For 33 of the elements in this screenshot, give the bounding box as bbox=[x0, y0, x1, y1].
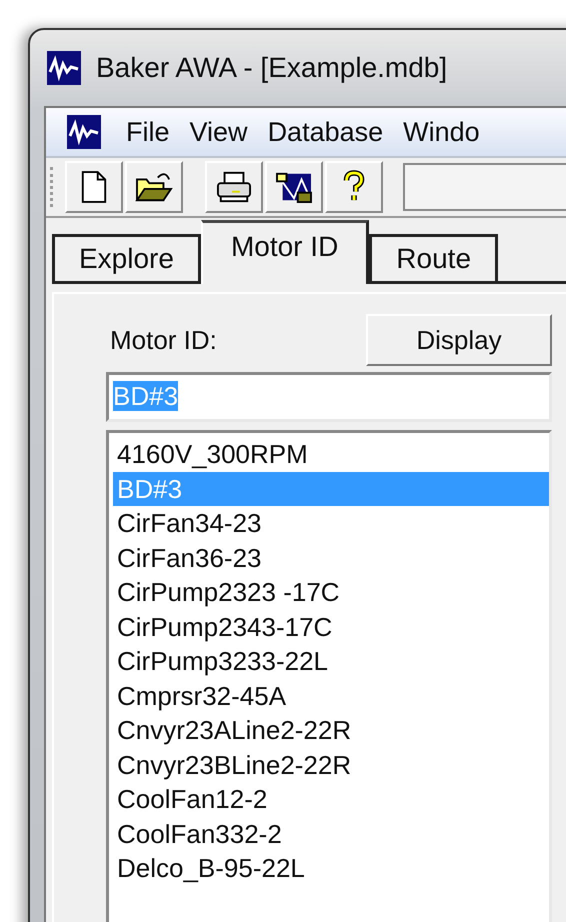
tab[interactable]: Explore bbox=[52, 234, 201, 284]
list-item[interactable]: CirPump2323 -17C bbox=[113, 575, 549, 610]
list-item[interactable]: Cnvyr23ALine2-22R bbox=[113, 713, 549, 748]
motor-id-label: Motor ID: bbox=[110, 324, 217, 356]
help-button[interactable] bbox=[325, 161, 383, 213]
menu-item[interactable]: Database bbox=[264, 116, 400, 148]
menu-item[interactable]: File bbox=[122, 116, 186, 148]
document-icon bbox=[80, 170, 108, 204]
printer-icon bbox=[214, 170, 254, 204]
print-button[interactable] bbox=[205, 161, 263, 213]
list-item[interactable]: CoolFan12-2 bbox=[113, 782, 549, 816]
list-item[interactable]: CoolFan332-2 bbox=[113, 816, 549, 851]
menu-item[interactable]: View bbox=[186, 116, 264, 148]
display-button[interactable]: Display bbox=[366, 314, 552, 366]
new-document-button[interactable] bbox=[65, 161, 123, 213]
list-item[interactable]: CirPump3233-22L bbox=[113, 644, 549, 678]
open-folder-button[interactable] bbox=[125, 161, 183, 213]
window-title: Baker AWA - [Example.mdb] bbox=[96, 52, 448, 84]
list-item[interactable]: CirFan34-23 bbox=[113, 506, 549, 540]
waveform-icon bbox=[46, 50, 82, 86]
waveform-icon[interactable] bbox=[66, 114, 102, 150]
list-item[interactable]: Cnvyr23BLine2-22R bbox=[113, 748, 549, 782]
menu-item[interactable]: Windo bbox=[399, 116, 496, 148]
tab[interactable]: Motor ID bbox=[200, 220, 370, 284]
folder-transfer-button[interactable] bbox=[265, 161, 323, 213]
list-item[interactable]: Cmprsr32-45A bbox=[113, 678, 549, 713]
list-item[interactable]: 4160V_300RPM bbox=[113, 437, 549, 472]
list-item[interactable]: CirPump2343-17C bbox=[113, 610, 549, 644]
tab[interactable]: Route bbox=[369, 234, 498, 284]
folder-waveform-icon bbox=[274, 170, 314, 204]
list-item[interactable]: Delco_B-95-22L bbox=[113, 851, 549, 886]
toolbar-field[interactable] bbox=[403, 163, 566, 211]
list-item[interactable]: CirFan36-23 bbox=[113, 540, 549, 575]
